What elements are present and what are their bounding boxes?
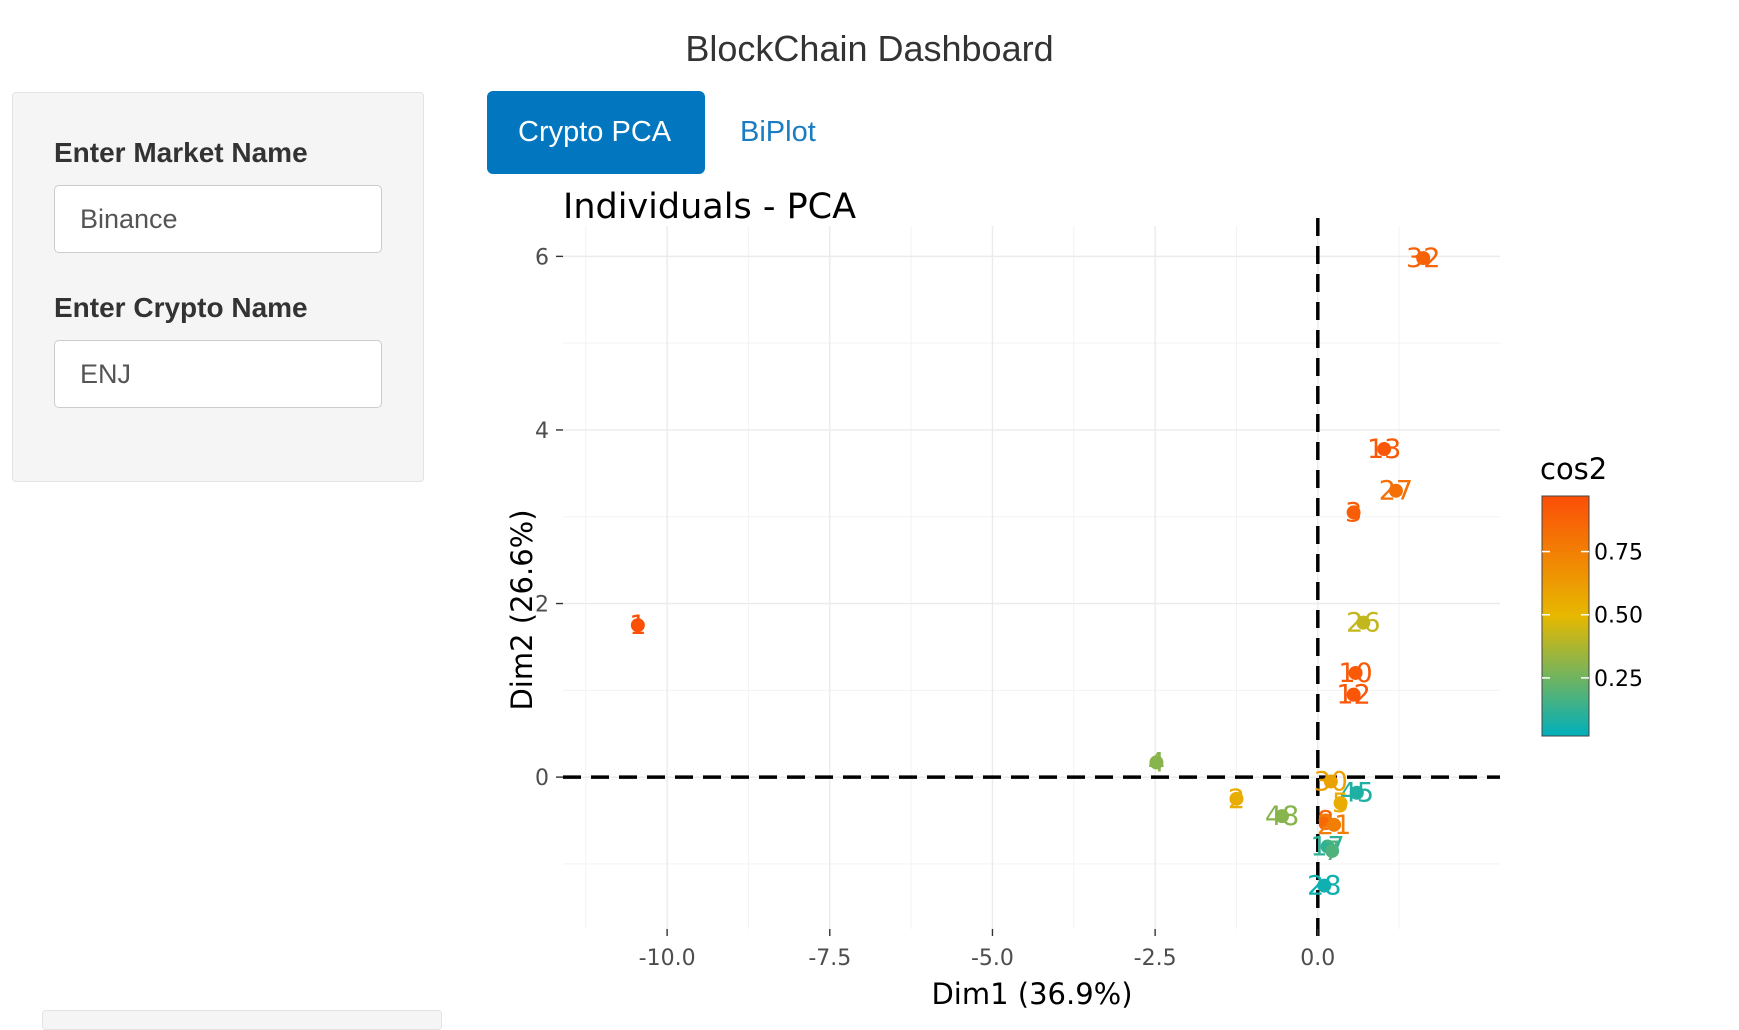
point-label: 1 <box>629 610 646 641</box>
point-label: 13 <box>1367 434 1401 465</box>
x-axis-ticks: -10.0 -7.5 -5.0 -2.5 0.0 <box>639 929 1335 971</box>
crypto-name-input[interactable] <box>54 340 382 408</box>
point-label: 3 <box>1345 497 1362 528</box>
x-tick-label: -2.5 <box>1134 946 1177 971</box>
pca-individuals-chart: Individuals - PCA -10.0 -7.5 -5.0 -2.5 0.0 0… <box>505 187 1643 1011</box>
chart-gridlines <box>563 226 1500 929</box>
tab-biplot[interactable]: BiPlot <box>709 91 847 174</box>
y-axis-ticks: 0246 <box>535 245 563 791</box>
x-axis-label: Dim1 (36.9%) <box>931 977 1132 1011</box>
tab-crypto-pca[interactable]: Crypto PCA <box>487 91 705 174</box>
market-name-input[interactable] <box>54 185 382 253</box>
sidebar-panel: Enter Market Name Enter Crypto Name <box>12 92 424 482</box>
point-label: 4 <box>1148 747 1165 778</box>
market-name-label: Enter Market Name <box>54 137 308 168</box>
point-label: 5 <box>1332 788 1349 819</box>
y-tick-label: 0 <box>535 766 549 791</box>
legend-tick-label: 0.25 <box>1594 667 1643 692</box>
point-label: 12 <box>1336 680 1370 711</box>
y-tick-label: 6 <box>535 245 549 270</box>
app-title: BlockChain Dashboard <box>685 28 1054 69</box>
x-tick-label: -10.0 <box>639 946 696 971</box>
point-label: 48 <box>1265 801 1299 832</box>
legend-tick-label: 0.75 <box>1594 541 1643 566</box>
legend-tick-label: 0.50 <box>1594 604 1643 629</box>
legend-title: cos2 <box>1540 452 1607 486</box>
point-label: 7 <box>1324 836 1341 867</box>
point-label: 2 <box>1228 784 1245 815</box>
point-label: 32 <box>1406 243 1440 274</box>
point-label: 26 <box>1346 608 1380 639</box>
cos2-legend: cos2 0.25 0.50 0.75 <box>1540 452 1643 737</box>
point-label: 27 <box>1379 476 1413 507</box>
crypto-name-label: Enter Crypto Name <box>54 292 308 323</box>
legend-colorbar <box>1541 495 1590 737</box>
x-tick-label: 0.0 <box>1300 946 1335 971</box>
point-label: 28 <box>1307 871 1341 902</box>
reference-lines <box>563 218 1500 943</box>
sidebar-secondary-panel <box>42 1010 442 1030</box>
x-tick-label: -5.0 <box>971 946 1014 971</box>
x-tick-label: -7.5 <box>808 946 851 971</box>
chart-title: Individuals - PCA <box>563 187 856 227</box>
y-axis-label: Dim2 (26.6%) <box>505 509 539 710</box>
y-tick-label: 4 <box>535 419 549 444</box>
